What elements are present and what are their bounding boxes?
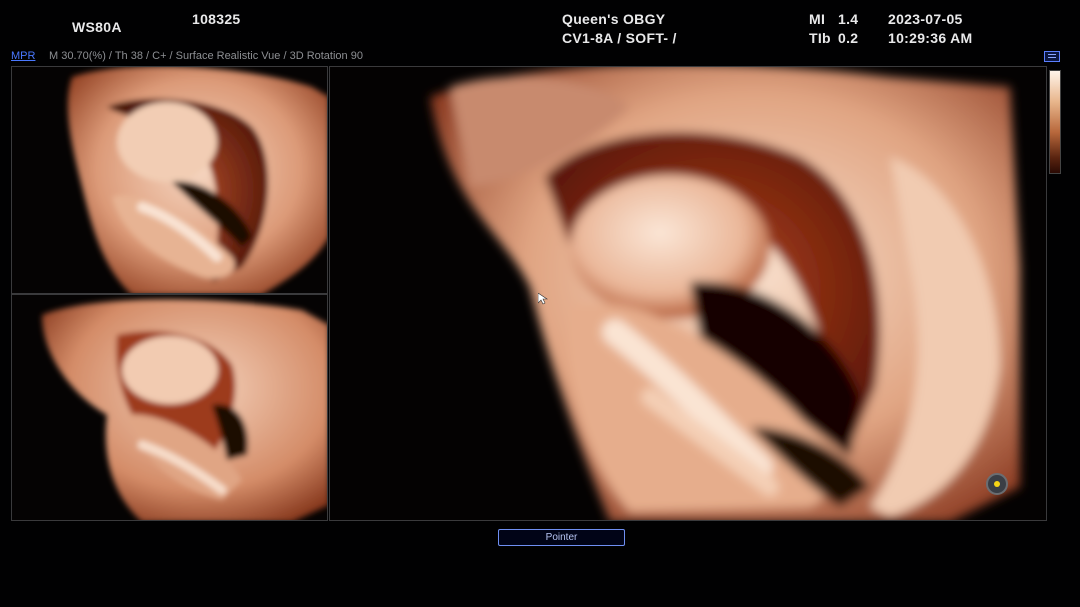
probe-preset: CV1-8A / SOFT- / bbox=[562, 30, 677, 46]
render-image-main bbox=[330, 67, 1046, 520]
patient-id: 108325 bbox=[192, 11, 241, 27]
viewport-top-left[interactable] bbox=[11, 66, 328, 294]
pointer-button[interactable]: Pointer bbox=[498, 529, 625, 546]
mi-label: MI bbox=[809, 11, 826, 27]
mpr-mode-link[interactable]: MPR bbox=[11, 50, 35, 62]
mi-value: 1.4 bbox=[838, 11, 859, 27]
render-image-bottom-left bbox=[12, 295, 327, 520]
render-image-top-left bbox=[12, 67, 327, 293]
orientation-marker-icon[interactable] bbox=[986, 473, 1008, 495]
device-model: WS80A bbox=[72, 19, 122, 35]
institution-name: Queen's OBGY bbox=[562, 11, 666, 27]
viewport-bottom-left[interactable] bbox=[11, 294, 328, 521]
viewport-main[interactable] bbox=[329, 66, 1047, 521]
render-parameters: M 30.70(%) / Th 38 / C+ / Surface Realis… bbox=[49, 50, 363, 62]
exam-time: 10:29:36 AM bbox=[888, 30, 973, 46]
color-scale-bar bbox=[1049, 70, 1061, 174]
ultrasound-screen: WS80A 108325 Queen's OBGY CV1-8A / SOFT-… bbox=[0, 0, 1080, 607]
tib-label: TIb bbox=[809, 30, 831, 46]
tib-value: 0.2 bbox=[838, 30, 859, 46]
exam-date: 2023-07-05 bbox=[888, 11, 963, 27]
mouse-cursor-icon bbox=[538, 293, 548, 305]
menu-icon[interactable] bbox=[1044, 51, 1060, 62]
